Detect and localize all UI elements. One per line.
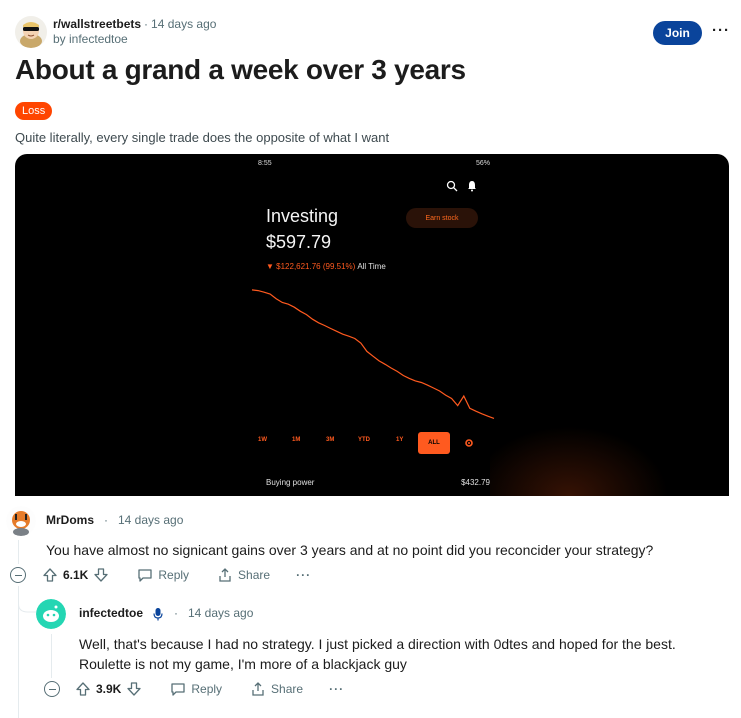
chart-settings-icon: [465, 439, 473, 447]
investing-value: $597.79: [266, 232, 332, 252]
earn-stock-button: Earn stock: [406, 208, 478, 228]
post-image[interactable]: 8:55 56% Investing $597.79 ▼ $122,621.76…: [15, 154, 729, 496]
post-flair[interactable]: Loss: [15, 102, 53, 120]
comment-author[interactable]: MrDoms: [46, 513, 94, 527]
image-glow: [469, 426, 669, 496]
post-meta: r/wallstreetbets · 14 days ago by infected…: [53, 17, 216, 47]
collapse-thread-icon[interactable]: [44, 681, 60, 697]
share-button[interactable]: Share: [217, 567, 270, 583]
upvote-icon[interactable]: [42, 567, 58, 583]
share-icon: [252, 682, 264, 696]
reply-icon: [171, 683, 186, 696]
earn-stock-label: Earn stock: [425, 214, 459, 222]
investing-change: ▼ $122,621.76 (99.51%) All Time: [266, 262, 386, 271]
share-button[interactable]: Share: [250, 681, 303, 697]
thread-line: [51, 634, 52, 678]
post-title: About a grand a week over 3 years: [15, 54, 466, 85]
join-button[interactable]: Join: [653, 21, 702, 45]
comment-meta-separator: ·: [104, 513, 108, 527]
vote-count: 3.9K: [96, 682, 122, 696]
range-selector: 1W 1M 3M YTD 1Y ALL: [258, 432, 490, 454]
downvote-icon[interactable]: [93, 567, 109, 583]
share-label: Share: [238, 568, 271, 582]
collapse-thread-icon[interactable]: [10, 567, 26, 583]
phone-screenshot: 8:55 56% Investing $597.79 ▼ $122,621.76…: [251, 154, 495, 496]
status-battery: 56%: [475, 160, 490, 167]
search-icon: [446, 180, 458, 192]
post-header: r/wallstreetbets · 14 days ago by infected…: [15, 16, 730, 50]
comment-actions: 3.9K Reply Share ···: [75, 678, 344, 700]
post-time: 14 days ago: [151, 17, 217, 31]
commenter-avatar[interactable]: [6, 506, 36, 536]
comment-author[interactable]: infectedtoe: [79, 606, 143, 620]
subreddit-name[interactable]: r/wallstreetbets: [53, 17, 141, 31]
reply-icon: [138, 569, 153, 582]
microphone-icon: [153, 608, 163, 621]
bell-icon: [468, 181, 476, 192]
share-icon: [219, 568, 231, 582]
comment-actions: 6.1K Reply Share ···: [42, 564, 311, 586]
status-time: 8:55: [258, 160, 272, 167]
reply-label: Reply: [158, 568, 190, 582]
post-body: Quite literally, every single trade does…: [15, 130, 390, 145]
post-author[interactable]: by infectedtoe: [53, 32, 216, 47]
share-label: Share: [271, 682, 304, 696]
range-1w: 1W: [258, 437, 267, 443]
comment-more-options-icon[interactable]: ···: [329, 682, 344, 696]
comment-time: 14 days ago: [118, 513, 184, 527]
buying-power-value: $432.79: [461, 478, 490, 487]
downvote-icon[interactable]: [126, 681, 142, 697]
meta-separator: ·: [144, 17, 149, 31]
comment-more-options-icon[interactable]: ···: [296, 568, 311, 582]
chart-series-line: [251, 289, 495, 419]
reply-connector: [18, 590, 38, 613]
comment-time: 14 days ago: [188, 606, 254, 620]
vote-group: 6.1K: [42, 567, 109, 583]
post-more-options-icon[interactable]: ···: [712, 23, 730, 38]
comment-meta-separator: ·: [174, 606, 178, 620]
vote-group: 3.9K: [75, 681, 142, 697]
portfolio-chart: [251, 289, 495, 419]
range-3m: 3M: [326, 437, 335, 443]
investing-label: Investing: [266, 206, 339, 226]
range-all: ALL: [418, 432, 450, 454]
commenter-avatar[interactable]: [36, 599, 66, 629]
buying-power-label: Buying power: [266, 478, 315, 487]
range-1m: 1M: [292, 437, 301, 443]
thread-line: [18, 540, 19, 564]
range-1y: 1Y: [396, 437, 404, 443]
upvote-icon[interactable]: [75, 681, 91, 697]
reply-button[interactable]: Reply: [170, 681, 222, 697]
vote-count: 6.1K: [63, 568, 89, 582]
comment-text-line-2: Roulette is not my game, I'm more of a b…: [79, 656, 407, 672]
comment-text-line-1: Well, that's because I had no strategy. …: [79, 636, 676, 652]
comment-text: You have almost no signicant gains over …: [46, 542, 654, 558]
reply-button[interactable]: Reply: [137, 567, 189, 583]
change-period: All Time: [357, 262, 386, 271]
change-amount: ▼ $122,621.76 (99.51%): [266, 262, 356, 271]
reply-label: Reply: [191, 682, 223, 696]
range-ytd: YTD: [358, 437, 370, 443]
subreddit-avatar[interactable]: [15, 16, 47, 48]
